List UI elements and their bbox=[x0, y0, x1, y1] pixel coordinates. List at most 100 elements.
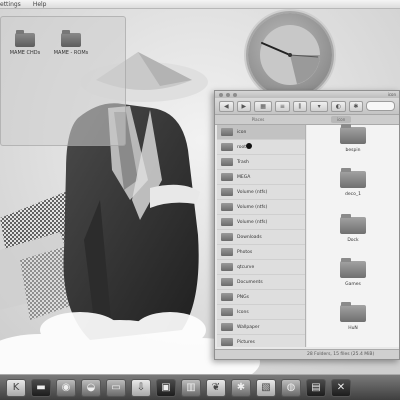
forward-arrow-icon[interactable]: ▶ bbox=[236, 100, 251, 112]
drive-icon bbox=[221, 143, 233, 151]
media-icon[interactable]: ◍ bbox=[281, 378, 301, 397]
folder-deco-1[interactable]: deco_1 bbox=[331, 168, 375, 197]
window-title: icon bbox=[387, 92, 396, 97]
app-launcher-icon[interactable]: K bbox=[6, 378, 26, 397]
folder-icon bbox=[221, 263, 233, 271]
drive-icon bbox=[221, 203, 233, 211]
split-icon[interactable]: ◐ bbox=[331, 100, 346, 112]
folder-icon bbox=[221, 128, 233, 136]
sidebar-item-downloads[interactable]: Downloads bbox=[217, 230, 305, 245]
sidebar-item-label: MEGA bbox=[237, 174, 251, 180]
back-arrow-icon[interactable]: ◀ bbox=[219, 100, 234, 112]
sidebar-item-label: Icons bbox=[237, 309, 249, 315]
folder-icon bbox=[340, 214, 366, 234]
folder-dock[interactable]: Dock bbox=[331, 214, 375, 243]
folder-icon bbox=[61, 30, 81, 47]
menu-help[interactable]: Help bbox=[33, 1, 47, 8]
location-bar: Places icon bbox=[215, 115, 399, 125]
sidebar-item-photos[interactable]: Photos bbox=[217, 245, 305, 260]
file-manager-window: icon ◀ ▶ ▦ ≡ ⫼ ▾ ◐ ✱ Places icon icon ro… bbox=[214, 90, 400, 360]
menu-bar: ettings Help bbox=[0, 0, 400, 9]
folder-icon bbox=[221, 233, 233, 241]
analog-clock bbox=[248, 13, 332, 97]
sidebar-item-mega[interactable]: MEGA bbox=[217, 170, 305, 185]
sidebar-item-icons[interactable]: Icons bbox=[217, 305, 305, 320]
package-icon[interactable]: ▤ bbox=[306, 378, 326, 397]
toolbar: ◀ ▶ ▦ ≡ ⫼ ▾ ◐ ✱ bbox=[215, 98, 399, 115]
sidebar-item-label: Photos bbox=[237, 249, 253, 255]
folder-label: deco_1 bbox=[345, 192, 361, 197]
drive-icon bbox=[221, 218, 233, 226]
clock-face bbox=[260, 25, 320, 85]
settings-icon[interactable]: ✱ bbox=[348, 100, 364, 112]
breadcrumb-icon-folder[interactable]: icon bbox=[331, 116, 352, 123]
sidebar-item-qtcurve[interactable]: qtcurve bbox=[217, 260, 305, 275]
sidebar-item-documents[interactable]: Documents bbox=[217, 275, 305, 290]
preview-icon[interactable]: ▾ bbox=[310, 100, 329, 112]
sidebar-item-label: Volume (ntfs) bbox=[237, 189, 268, 195]
status-bar: 28 Folders, 15 files (25.4 MiB) bbox=[215, 349, 399, 359]
desktop-folder-mame-chds[interactable]: MAME CHDs bbox=[3, 30, 47, 56]
folder-icon bbox=[221, 308, 233, 316]
desktop-folder-mame-roms[interactable]: MAME - ROMs bbox=[49, 30, 93, 56]
places-sidebar: icon root Trash MEGA Volume (ntfs) Volum… bbox=[217, 125, 306, 347]
sidebar-item-label: Pictures bbox=[237, 339, 255, 345]
terminal-icon[interactable]: ▬ bbox=[31, 378, 51, 397]
download-icon[interactable]: ⇩ bbox=[131, 378, 151, 397]
close-icon[interactable] bbox=[219, 92, 223, 97]
desktop-folder-label: MAME CHDs bbox=[9, 50, 41, 56]
sidebar-item-pictures[interactable]: Pictures bbox=[217, 335, 305, 347]
sidebar-item-pngs[interactable]: PNGs bbox=[217, 290, 305, 305]
sidebar-item-icon[interactable]: icon bbox=[217, 125, 305, 140]
drive-icon bbox=[221, 188, 233, 196]
sidebar-item-label: PNGs bbox=[237, 294, 249, 300]
folder-icon bbox=[340, 168, 366, 188]
sidebar-item-label: Volume (ntfs) bbox=[237, 219, 268, 225]
folder-label: Dock bbox=[347, 238, 359, 243]
maximize-icon[interactable] bbox=[233, 92, 237, 97]
dock-icon[interactable]: ◒ bbox=[81, 378, 101, 397]
gear-icon[interactable]: ✱ bbox=[231, 378, 251, 397]
folder-icon bbox=[221, 278, 233, 286]
folder-icon bbox=[340, 302, 366, 322]
sidebar-item-volume-1[interactable]: Volume (ntfs) bbox=[217, 185, 305, 200]
sidebar-item-root[interactable]: root bbox=[217, 140, 305, 155]
folder-label: bespin bbox=[345, 148, 361, 153]
display-icon[interactable]: ▣ bbox=[156, 378, 176, 397]
folder-icon bbox=[221, 338, 233, 346]
eye-icon[interactable]: ◉ bbox=[56, 378, 76, 397]
folder-icon bbox=[221, 293, 233, 301]
sidebar-item-wallpaper[interactable]: Wallpaper bbox=[217, 320, 305, 335]
folder-icon[interactable]: ▭ bbox=[106, 378, 126, 397]
folder-icon bbox=[221, 323, 233, 331]
folder-bespin[interactable]: bespin bbox=[331, 124, 375, 153]
menu-settings[interactable]: ettings bbox=[0, 1, 21, 8]
image-viewer-icon[interactable]: ▧ bbox=[256, 378, 276, 397]
dock: K ▬ ◉ ◒ ▭ ⇩ ▣ ▥ ❦ ✱ ▧ ◍ ▤ ✕ bbox=[0, 374, 400, 400]
folder-hun[interactable]: HuN bbox=[331, 302, 375, 331]
folder-icon bbox=[15, 30, 35, 47]
folder-icon bbox=[221, 173, 233, 181]
minimize-icon[interactable] bbox=[226, 92, 230, 97]
view-list-icon[interactable]: ≡ bbox=[275, 100, 290, 112]
resize-icon[interactable]: ✕ bbox=[331, 378, 351, 397]
desktop-folder-label: MAME - ROMs bbox=[53, 50, 89, 56]
sidebar-item-volume-2[interactable]: Volume (ntfs) bbox=[217, 200, 305, 215]
sidebar-item-volume-3[interactable]: Volume (ntfs) bbox=[217, 215, 305, 230]
view-icons-icon[interactable]: ▦ bbox=[254, 100, 273, 112]
folder-content-view: bespin deco_1 Dock Games HuN bbox=[307, 124, 399, 347]
search-input[interactable] bbox=[366, 101, 395, 111]
title-bar[interactable]: icon bbox=[215, 91, 399, 98]
desktop-folder-view: MAME CHDs MAME - ROMs bbox=[0, 16, 126, 146]
folder-icon bbox=[221, 248, 233, 256]
places-header: Places bbox=[251, 117, 265, 122]
sidebar-item-label: icon bbox=[237, 129, 247, 135]
view-columns-icon[interactable]: ⫼ bbox=[292, 100, 308, 112]
leaf-icon[interactable]: ❦ bbox=[206, 378, 226, 397]
sidebar-item-label: Wallpaper bbox=[237, 324, 260, 330]
trash-icon[interactable]: ▥ bbox=[181, 378, 201, 397]
sidebar-item-label: root bbox=[237, 144, 247, 150]
folder-games[interactable]: Games bbox=[331, 258, 375, 287]
sidebar-item-trash[interactable]: Trash bbox=[217, 155, 305, 170]
folder-label: Games bbox=[345, 282, 361, 287]
